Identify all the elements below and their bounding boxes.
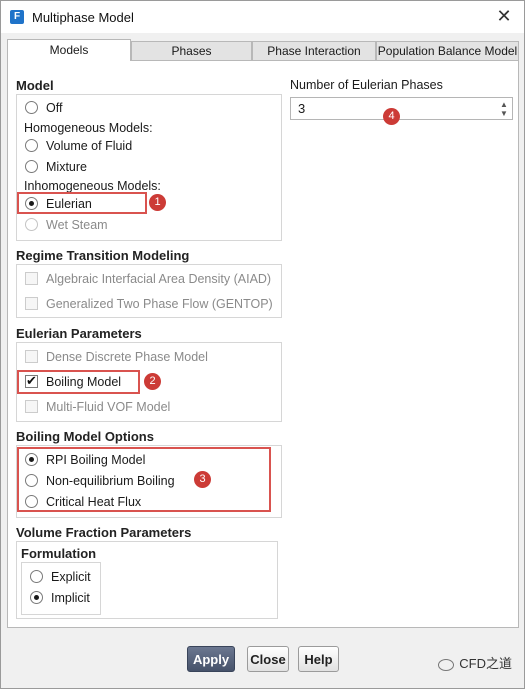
radio-off[interactable]: Off: [25, 99, 62, 117]
checkbox-dense-dpm[interactable]: Dense Discrete Phase Model: [25, 348, 208, 366]
radio-circle-selected[interactable]: [30, 591, 43, 605]
title-bar: F Multiphase Model ✕: [1, 1, 524, 33]
inhomogeneous-label: Inhomogeneous Models:: [24, 179, 161, 193]
highlight-eulerian: [17, 192, 147, 214]
volume-fraction-heading: Volume Fraction Parameters: [16, 525, 192, 540]
app-icon: F: [10, 10, 24, 24]
radio-rpi-label: RPI Boiling Model: [46, 453, 146, 467]
spin-up-icon[interactable]: ▲: [499, 100, 509, 109]
help-button[interactable]: Help: [298, 646, 339, 672]
checkbox-multi-fluid-vof-label: Multi-Fluid VOF Model: [46, 400, 171, 414]
radio-circle[interactable]: [30, 570, 43, 584]
annotation-badge-2: 2: [144, 373, 161, 390]
radio-chf-label: Critical Heat Flux: [46, 495, 142, 509]
radio-non-equilibrium-boiling[interactable]: Non-equilibrium Boiling: [25, 472, 175, 490]
checkbox-square-disabled[interactable]: [25, 272, 38, 286]
tab-bar: Models Phases Phase Interaction Populati…: [7, 39, 519, 61]
radio-explicit[interactable]: Explicit: [30, 568, 91, 586]
tab-models[interactable]: Models: [7, 39, 131, 61]
radio-off-label: Off: [46, 101, 63, 115]
watermark: CFD之道: [438, 653, 512, 672]
dialog-window: F Multiphase Model ✕ Models Phases Phase…: [0, 0, 525, 689]
checkbox-square-disabled[interactable]: [25, 400, 38, 414]
highlight-boiling-model: [17, 370, 140, 394]
radio-critical-heat-flux[interactable]: Critical Heat Flux: [25, 493, 141, 511]
checkbox-aiad[interactable]: Algebraic Interfacial Area Density (AIAD…: [25, 270, 271, 288]
close-button[interactable]: Close: [247, 646, 289, 672]
checkbox-square-disabled[interactable]: [25, 350, 38, 364]
apply-button[interactable]: Apply: [187, 646, 235, 672]
eulerian-phases-value[interactable]: 3: [298, 101, 305, 116]
checkbox-aiad-label: Algebraic Interfacial Area Density (AIAD…: [46, 272, 272, 286]
checkbox-multi-fluid-vof[interactable]: Multi-Fluid VOF Model: [25, 398, 170, 416]
annotation-badge-4: 4: [383, 108, 400, 125]
radio-circle-disabled[interactable]: [25, 218, 38, 232]
boiling-options-heading: Boiling Model Options: [16, 429, 154, 444]
close-icon[interactable]: ✕: [494, 6, 514, 26]
formulation-heading: Formulation: [21, 546, 97, 561]
radio-rpi-boiling[interactable]: RPI Boiling Model: [25, 451, 145, 469]
eulerian-phases-spinner[interactable]: 3 ▲ ▼: [290, 97, 513, 120]
window-title: Multiphase Model: [32, 10, 134, 25]
radio-circle[interactable]: [25, 139, 38, 153]
radio-wet-steam-label: Wet Steam: [46, 218, 108, 232]
eulerian-parameters-heading: Eulerian Parameters: [16, 326, 142, 341]
wechat-icon: [438, 658, 455, 671]
checkbox-square-disabled[interactable]: [25, 297, 38, 311]
radio-circle[interactable]: [25, 101, 38, 115]
watermark-text: CFD之道: [459, 656, 512, 671]
radio-explicit-label: Explicit: [51, 570, 91, 584]
radio-non-eq-label: Non-equilibrium Boiling: [46, 474, 175, 488]
tab-population-balance-model[interactable]: Population Balance Model: [376, 41, 519, 60]
radio-volume-of-fluid[interactable]: Volume of Fluid: [25, 137, 132, 155]
annotation-badge-3: 3: [194, 471, 211, 488]
radio-circle[interactable]: [25, 495, 38, 509]
spin-down-icon[interactable]: ▼: [499, 109, 509, 118]
checkbox-gentop-label: Generalized Two Phase Flow (GENTOP): [46, 297, 273, 311]
model-heading: Model: [16, 78, 54, 93]
radio-wet-steam[interactable]: Wet Steam: [25, 216, 108, 234]
radio-circle[interactable]: [25, 474, 38, 488]
regime-heading: Regime Transition Modeling: [16, 248, 190, 263]
radio-circle-selected[interactable]: [25, 453, 38, 467]
radio-circle[interactable]: [25, 160, 38, 174]
homogeneous-label: Homogeneous Models:: [24, 121, 153, 135]
radio-implicit[interactable]: Implicit: [30, 589, 90, 607]
models-panel: Model Off Homogeneous Models: Volume of …: [7, 60, 519, 628]
tab-phase-interaction[interactable]: Phase Interaction: [252, 41, 376, 60]
checkbox-dense-dpm-label: Dense Discrete Phase Model: [46, 350, 208, 364]
radio-mixture-label: Mixture: [46, 160, 87, 174]
radio-vof-label: Volume of Fluid: [46, 139, 133, 153]
eulerian-phases-label: Number of Eulerian Phases: [290, 78, 443, 92]
radio-mixture[interactable]: Mixture: [25, 158, 87, 176]
annotation-badge-1: 1: [149, 194, 166, 211]
tab-phases[interactable]: Phases: [131, 41, 252, 60]
checkbox-gentop[interactable]: Generalized Two Phase Flow (GENTOP): [25, 295, 273, 313]
radio-implicit-label: Implicit: [51, 591, 90, 605]
